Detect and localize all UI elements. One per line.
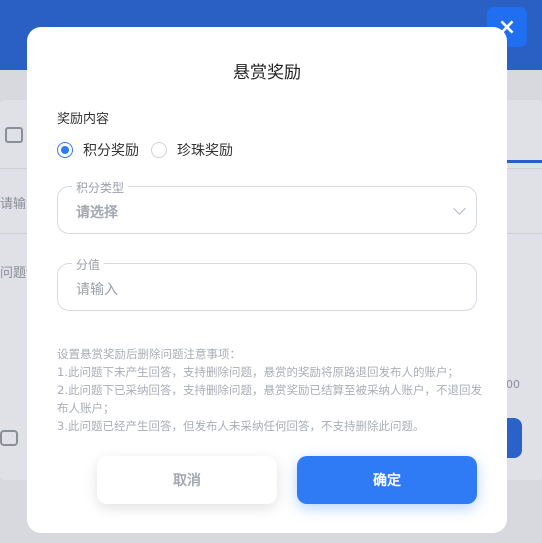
points-type-select[interactable]: 积分类型 请选择 [57, 179, 477, 234]
reward-content-label: 奖励内容 [57, 112, 110, 127]
modal-title: 悬赏奖励 [233, 63, 301, 83]
score-input[interactable]: 请输入 [76, 279, 118, 299]
notes-item: 1.此问题下未产生回答，支持删除问题，悬赏的奖励将原路退回发布人的账户； [57, 365, 459, 379]
confirm-button[interactable]: 确定 [297, 456, 477, 504]
score-field[interactable]: 分值 请输入 [57, 256, 477, 311]
notes-item: 2.此问题下已采纳回答，支持删除问题，悬赏奖励已结算至被采纳人账户，不退回发布人… [57, 383, 482, 415]
form-icon [5, 127, 23, 143]
score-legend: 分值 [72, 256, 105, 273]
delete-notes: 设置悬赏奖励后删除问题注意事项： 1.此问题下未产生回答，支持删除问题，悬赏的奖… [57, 345, 482, 435]
camera-icon [0, 430, 18, 446]
chevron-down-icon [453, 202, 466, 215]
notes-heading: 设置悬赏奖励后删除问题注意事项： [57, 347, 241, 361]
radio-pearl-reward[interactable]: 珍珠奖励 [151, 140, 233, 160]
reward-modal: 悬赏奖励 奖励内容 积分奖励 珍珠奖励 积分类型 请选择 分值 请输入 设置悬赏… [27, 27, 507, 533]
radio-unchecked-icon[interactable] [151, 142, 167, 158]
points-type-value: 请选择 [76, 205, 118, 221]
radio-label: 珍珠奖励 [177, 143, 233, 159]
notes-item: 3.此问题已经产生回答，但发布人未采纳任何回答，不支持删除此问题。 [57, 419, 425, 433]
points-type-legend: 积分类型 [72, 179, 129, 196]
radio-label: 积分奖励 [83, 143, 139, 159]
radio-points-reward[interactable]: 积分奖励 [57, 140, 139, 160]
radio-checked-icon[interactable] [57, 142, 73, 158]
cancel-button[interactable]: 取消 [97, 456, 277, 504]
background-counter: 00 [506, 378, 520, 391]
reward-type-radio-group: 积分奖励 珍珠奖励 [57, 140, 245, 160]
